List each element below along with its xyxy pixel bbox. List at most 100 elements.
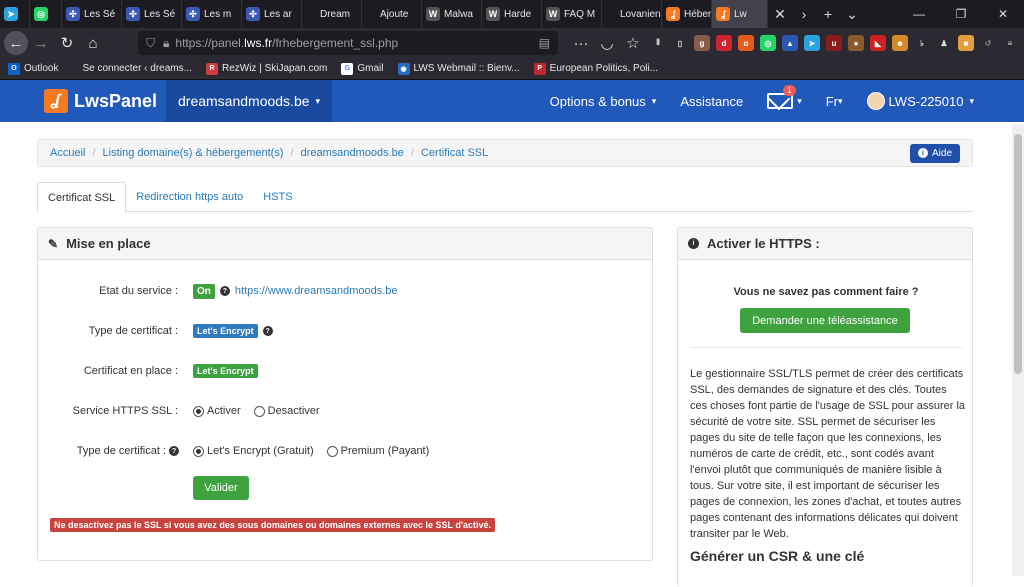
minimize-icon[interactable]: — [898,0,940,28]
browser-tab[interactable]: ✣ Les Sé [122,0,182,28]
browser-tab[interactable]: ʆ Lw [712,0,768,28]
ublock-icon[interactable]: u [826,35,842,51]
letsencrypt-radio[interactable]: Let's Encrypt (Gratuit) [193,445,314,457]
bookmark-star-icon[interactable]: ☆ [620,30,646,56]
url-bar[interactable]: ⛉ 🔒︎ https://panel. lws.fr/frhebergement_… [138,31,558,55]
teleassistance-button[interactable]: Demander une téléassistance [740,308,910,333]
menu-icon[interactable]: ≡ [1002,35,1018,51]
domain-selector[interactable]: dreamsandmoods.be ▾ [166,80,333,122]
close-window-icon[interactable]: ✕ [982,0,1024,28]
browser-tab[interactable]: ✣ Les m [182,0,242,28]
bookmark-item[interactable]: O Outlook [8,62,59,75]
library-icon[interactable]: ⫴ [650,35,666,51]
help-label: Aide [931,147,952,159]
pocket-icon[interactable]: ◡ [594,30,620,56]
browser-tab-label: Héber [684,8,712,20]
extension-badge-icon[interactable]: ♟ [936,35,952,51]
slack-icon: ✣ [126,7,140,21]
whatsapp-icon: ◎ [34,7,48,21]
wordpress-icon: W [486,7,500,21]
caret-down-icon: ▾ [969,95,974,106]
extension-square-icon[interactable]: ■ [958,35,974,51]
help-button[interactable]: i Aide [909,143,960,163]
account-label: LWS-225010 [888,93,964,109]
mail-menu[interactable]: 1 ▾ [755,80,814,122]
tab-close-icon[interactable]: ✕ [768,0,792,28]
breadcrumb-domain[interactable]: dreamsandmoods.be [301,147,404,159]
bookmark-label: Outlook [24,63,59,74]
browser-nav-bar: ← → ↻ ⌂ ⛉ 🔒︎ https://panel. lws.fr/frhebe… [0,28,1024,58]
browser-tab-label: Harde [504,8,532,20]
submit-button[interactable]: Valider [193,476,249,500]
browser-tab[interactable]: Dream [302,0,362,28]
help-icon[interactable]: ? [169,446,179,456]
tab-certificat-ssl[interactable]: Certificat SSL [37,182,127,213]
browser-tab[interactable]: ʆ Héber [662,0,712,28]
https-desactiver-radio[interactable]: Desactiver [253,405,320,417]
tab-scroll-right-icon[interactable]: › [792,0,816,28]
lws-logo-icon: ʆ [44,89,68,113]
browser-tab[interactable]: Lovaniens [602,0,662,28]
bookmark-item[interactable]: P European Politics, Poli... [533,62,659,75]
bookmark-item[interactable]: Se connecter ‹ dreams... [82,63,192,74]
telegram-ext-icon[interactable]: ➤ [804,35,820,51]
extension-hat-icon[interactable]: ▲ [782,35,798,51]
browser-tab[interactable]: W Harde [482,0,542,28]
cert-type-choice-row: Type de certificat : ? Let's Encrypt (Gr… [38,443,638,459]
bookmark-item[interactable]: ◉ LWS Webmail :: Bienv... [397,62,520,75]
extension-red-icon[interactable]: ◣ [870,35,886,51]
whatsapp-ext-icon[interactable]: ◎ [760,35,776,51]
scrollbar-thumb[interactable] [1014,134,1022,374]
reader-view-icon[interactable]: ▤ [539,36,550,50]
bookmark-label: European Politics, Poli... [549,63,659,74]
help-icon[interactable]: ? [219,286,230,296]
bookmark-label: LWS Webmail :: Bienv... [413,63,520,74]
tab-hsts[interactable]: HSTS [253,182,302,211]
browser-tab[interactable]: ✣ Les Sé [62,0,122,28]
browser-tab[interactable]: Ajoute [362,0,422,28]
https-activer-radio[interactable]: Activer [193,405,241,417]
extension-orange-icon[interactable]: ɑ [738,35,754,51]
extension-d-icon[interactable]: d [716,35,732,51]
help-icon[interactable]: ? [262,326,273,336]
language-menu[interactable]: Fr ▾ [814,80,855,122]
browser-tab[interactable]: W Malwa [422,0,482,28]
more-actions-icon[interactable]: ··· [568,30,594,56]
caret-down-icon: ▾ [797,95,802,106]
tab-list-icon[interactable]: ⌄ [840,0,864,28]
extension-monkey-icon[interactable]: ☻ [892,35,908,51]
options-label: Options & bonus [549,93,646,109]
breadcrumb-ssl[interactable]: Certificat SSL [421,147,488,159]
browser-tab[interactable]: ➤ [0,0,30,28]
new-tab-icon[interactable]: + [816,0,840,28]
account-menu[interactable]: LWS-225010 ▾ [855,80,1024,122]
extension-leaf-icon[interactable]: ♭ [914,35,930,51]
https-service-row: Service HTTPS SSL : Activer Desactiver [38,403,638,419]
browser-tab[interactable]: W FAQ M [542,0,602,28]
browser-tab[interactable]: ◎ [30,0,62,28]
lws-logo[interactable]: ʆ LwsPanel [0,80,166,122]
browser-tab[interactable]: ✣ Les ar [242,0,302,28]
breadcrumb-accueil[interactable]: Accueil [50,147,85,159]
wordpress-icon: W [546,7,560,21]
premium-radio[interactable]: Premium (Payant) [326,445,429,457]
browser-tab-label: Les Sé [144,8,176,20]
options-bonus-menu[interactable]: Options & bonus ▾ [538,80,669,122]
extension-ghostery-icon[interactable]: g [694,35,710,51]
sync-icon[interactable]: ↺ [980,35,996,51]
home-icon[interactable]: ⌂ [80,30,106,56]
restore-icon[interactable]: ❐ [940,0,982,28]
extension-cookie-icon[interactable]: ● [848,35,864,51]
reload-icon[interactable]: ↻ [54,30,80,56]
sidebar-icon[interactable]: ▯ [672,35,688,51]
bookmark-item[interactable]: G Gmail [341,62,384,75]
site-url-link[interactable]: https://www.dreamsandmoods.be [235,285,398,297]
assistance-link[interactable]: Assistance [668,80,755,122]
bookmark-item[interactable]: R RezWiz | SkiJapan.com [205,62,327,75]
forward-arrow-icon[interactable]: → [28,30,54,56]
main-content: Accueil / Listing domaine(s) & hébergemen… [0,124,1012,587]
page-scrollbar[interactable] [1012,124,1024,576]
breadcrumb-listing[interactable]: Listing domaine(s) & hébergement(s) [103,147,284,159]
tab-redirection-https[interactable]: Redirection https auto [126,182,253,211]
back-arrow-icon[interactable]: ← [4,31,28,55]
